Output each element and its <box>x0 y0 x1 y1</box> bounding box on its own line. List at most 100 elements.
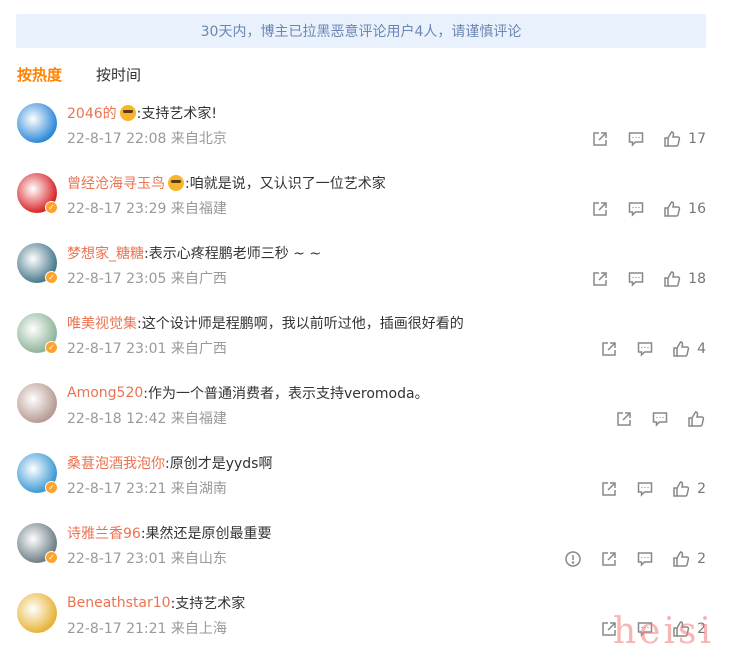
like-button[interactable]: 2 <box>671 549 706 569</box>
blocked-users-notice: 30天内，博主已拉黑恶意评论用户4人，请谨慎评论 <box>16 14 706 48</box>
username-link[interactable]: Beneathstar10 <box>67 595 171 611</box>
username-link[interactable]: 曾经沧海寻玉鸟 <box>67 173 165 193</box>
like-button[interactable]: 17 <box>662 129 706 149</box>
like-button[interactable]: 18 <box>662 269 706 289</box>
comment-text: :支持艺术家! <box>136 106 217 122</box>
comment-time: 22-8-17 23:05 <box>67 271 167 287</box>
like-count: 4 <box>697 341 706 357</box>
avatar[interactable] <box>17 103 57 143</box>
username-link[interactable]: Among520 <box>67 385 143 401</box>
share-icon[interactable] <box>599 339 619 359</box>
like-button[interactable] <box>686 409 706 429</box>
username-link[interactable]: 诗雅兰香96 <box>67 523 141 543</box>
report-icon[interactable] <box>563 549 583 569</box>
thumbs-up-icon <box>671 479 691 499</box>
comment-item: Among520:作为一个普通消费者，表示支持veromoda。 22-8-18 … <box>0 370 730 440</box>
share-icon[interactable] <box>590 199 610 219</box>
comment-body: Among520:作为一个普通消费者，表示支持veromoda。 <box>67 383 429 403</box>
like-count: 2 <box>697 551 706 567</box>
like-count: 16 <box>688 201 706 217</box>
comment-time: 22-8-17 22:08 <box>67 131 167 147</box>
like-button[interactable]: 4 <box>671 339 706 359</box>
avatar[interactable]: ✓ <box>17 523 58 564</box>
comment-item: ✓ 梦想家_糖糖:表示心疼程鹏老师三秒 ~ ~ 22-8-17 23:05 来自广西… <box>0 230 730 300</box>
comment-body: Beneathstar10:支持艺术家 <box>67 593 245 613</box>
comment-time: 22-8-17 23:01 <box>67 551 167 567</box>
like-count: 2 <box>697 621 706 637</box>
comment-location: 来自湖南 <box>170 481 227 497</box>
verified-badge-icon: ✓ <box>45 271 58 284</box>
thumbs-up-icon <box>662 129 682 149</box>
comment-body: 诗雅兰香96:果然还是原创最重要 <box>67 523 272 543</box>
comment-actions: 2 <box>599 619 706 639</box>
avatar-image <box>17 103 57 143</box>
comment-body: 唯美视觉集:这个设计师是程鹏啊，我以前听过他，插画很好看的 <box>67 313 464 333</box>
comment-icon[interactable] <box>650 409 670 429</box>
username-link[interactable]: 2046的 <box>67 103 117 123</box>
avatar[interactable] <box>17 383 57 423</box>
comment-item: ✓ 诗雅兰香96:果然还是原创最重要 22-8-17 23:01 来自山东 2 <box>0 510 730 580</box>
comment-icon[interactable] <box>635 619 655 639</box>
username-link[interactable]: 唯美视觉集 <box>67 313 137 333</box>
comment-list: 2046的 :支持艺术家! 22-8-17 22:08 来自北京 17 ✓ 曾经沧海寻玉鸟… <box>0 90 730 650</box>
comment-location: 来自广西 <box>170 271 227 287</box>
comment-actions: 18 <box>590 269 706 289</box>
like-button[interactable]: 16 <box>662 199 706 219</box>
comment-text: :这个设计师是程鹏啊，我以前听过他，插画很好看的 <box>137 316 464 332</box>
like-button[interactable]: 2 <box>671 619 706 639</box>
comment-time: 22-8-17 21:21 <box>67 621 167 637</box>
avatar[interactable]: ✓ <box>17 453 58 494</box>
avatar[interactable]: ✓ <box>17 173 58 214</box>
avatar[interactable]: ✓ <box>17 313 58 354</box>
comment-meta: 22-8-17 22:08 来自北京 <box>67 128 227 148</box>
thumbs-up-icon <box>671 619 691 639</box>
sort-by-hot-tab[interactable]: 按热度 <box>17 64 62 85</box>
comment-location: 来自福建 <box>170 201 227 217</box>
comment-actions: 2 <box>563 549 706 569</box>
comment-location: 来自福建 <box>170 411 227 427</box>
comment-body: 2046的 :支持艺术家! <box>67 103 217 123</box>
comment-time: 22-8-17 23:21 <box>67 481 167 497</box>
share-icon[interactable] <box>599 479 619 499</box>
username-link[interactable]: 桑葚泡酒我泡你 <box>67 453 165 473</box>
share-icon[interactable] <box>599 619 619 639</box>
share-icon[interactable] <box>614 409 634 429</box>
comment-body: 曾经沧海寻玉鸟:咱就是说，又认识了一位艺术家 <box>67 173 386 193</box>
sunglasses-emoji-icon <box>168 175 184 191</box>
comment-text: :表示心疼程鹏老师三秒 ~ ~ <box>144 246 322 262</box>
comment-meta: 22-8-17 21:21 来自上海 <box>67 618 227 638</box>
comment-icon[interactable] <box>635 549 655 569</box>
like-count: 18 <box>688 271 706 287</box>
comment-icon[interactable] <box>635 479 655 499</box>
comment-location: 来自上海 <box>170 621 227 637</box>
comment-meta: 22-8-17 23:05 来自广西 <box>67 268 227 288</box>
comment-icon[interactable] <box>626 129 646 149</box>
avatar[interactable] <box>17 593 57 633</box>
sort-by-time-tab[interactable]: 按时间 <box>96 64 141 85</box>
comment-meta: 22-8-17 23:01 来自广西 <box>67 338 227 358</box>
comment-body: 桑葚泡酒我泡你:原创才是yyds啊 <box>67 453 272 473</box>
comment-item: Beneathstar10:支持艺术家 22-8-17 21:21 来自上海 2 <box>0 580 730 650</box>
like-button[interactable]: 2 <box>671 479 706 499</box>
comment-meta: 22-8-17 23:21 来自湖南 <box>67 478 227 498</box>
username-link[interactable]: 梦想家_糖糖 <box>67 243 144 263</box>
comment-actions <box>614 409 706 429</box>
thumbs-up-icon <box>662 199 682 219</box>
comment-meta: 22-8-17 23:29 来自福建 <box>67 198 227 218</box>
verified-badge-icon: ✓ <box>45 481 58 494</box>
comment-icon[interactable] <box>635 339 655 359</box>
comment-location: 来自山东 <box>170 551 227 567</box>
share-icon[interactable] <box>590 129 610 149</box>
share-icon[interactable] <box>599 549 619 569</box>
comment-text: :支持艺术家 <box>170 596 246 612</box>
comment-location: 来自北京 <box>170 131 227 147</box>
comment-meta: 22-8-18 12:42 来自福建 <box>67 408 227 428</box>
avatar[interactable]: ✓ <box>17 243 58 284</box>
thumbs-up-icon <box>671 339 691 359</box>
thumbs-up-icon <box>671 549 691 569</box>
comment-actions: 4 <box>599 339 706 359</box>
share-icon[interactable] <box>590 269 610 289</box>
comment-icon[interactable] <box>626 269 646 289</box>
comment-text: :原创才是yyds啊 <box>165 456 273 472</box>
comment-icon[interactable] <box>626 199 646 219</box>
